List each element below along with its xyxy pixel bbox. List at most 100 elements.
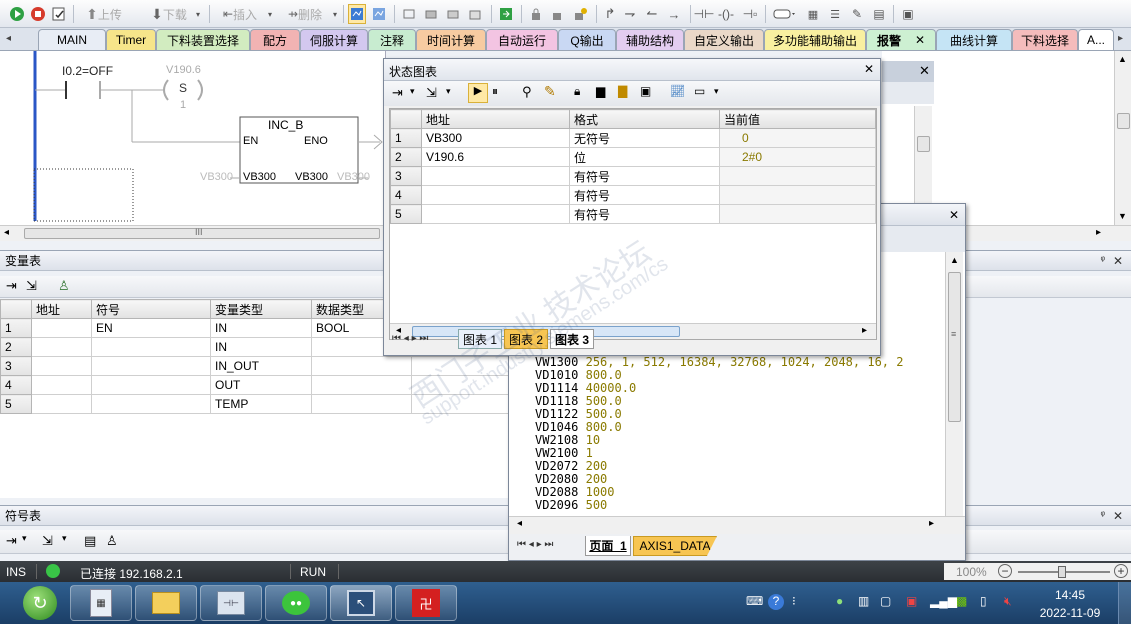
tab-servo-calc[interactable]: 伺服计算 (300, 29, 368, 50)
delete-row-icon[interactable]: ⇲ (426, 85, 437, 101)
unforce-icon[interactable] (571, 4, 589, 24)
tab-feed-select[interactable]: 下料选择 (1012, 29, 1078, 50)
main-vscroll-thumb[interactable] (1117, 113, 1130, 129)
compile-icon[interactable] (50, 4, 68, 24)
tab-feeder-select[interactable]: 下料装置选择 (156, 29, 250, 50)
box-icon[interactable]: ⊣▫ (741, 4, 759, 24)
edit-icon[interactable]: ✎ (848, 4, 866, 24)
scroll-up-icon[interactable]: ▲ (1118, 54, 1127, 64)
scroll-down-icon[interactable]: ▼ (1118, 211, 1127, 221)
dropdown-icon[interactable]: ▾ (22, 533, 27, 544)
tab-recipe[interactable]: 配方 (250, 29, 300, 50)
tab-auto-run[interactable]: 自动运行 (486, 29, 558, 50)
read-forced-icon[interactable]: ▣ (640, 84, 651, 98)
tab-page-1[interactable]: 页面_1 (585, 536, 631, 556)
pencil-icon[interactable]: ✎ (544, 83, 556, 100)
taskbar-red-app[interactable]: 卍 (395, 585, 457, 621)
dropdown-icon[interactable]: ▾ (62, 533, 67, 544)
monitor-table-icon[interactable] (370, 4, 388, 24)
zoom-control[interactable]: 100% − + (944, 563, 1131, 580)
chart-monitor-icon[interactable]: ▶ (468, 83, 488, 103)
scroll-up-icon[interactable]: ▲ (950, 255, 959, 265)
tab-curve-calc[interactable]: 曲线计算 (936, 29, 1012, 50)
close-icon[interactable]: ✕ (949, 208, 959, 222)
tab-scroll-left-icon[interactable]: ◂ (6, 33, 11, 44)
tab-q-output[interactable]: Q输出 (558, 29, 616, 50)
comment-icon[interactable]: ▭ (694, 84, 705, 98)
data-block-vscroll-thumb[interactable]: ≡ (948, 272, 961, 422)
branch-left-icon[interactable]: ↼ (644, 4, 660, 24)
trend-icon[interactable]: 📈︎ (670, 84, 685, 98)
ladder-hscroll[interactable]: ◂ III (0, 225, 386, 241)
pin-icon[interactable]: ᵠ (1101, 255, 1105, 266)
list-icon[interactable]: ☰ (826, 4, 844, 24)
delete-row-icon[interactable]: ⇲ (26, 278, 37, 294)
table-row[interactable]: 4 OUT (0, 375, 520, 395)
data-block-vscroll[interactable]: ▲ ≡ (945, 252, 963, 516)
background-close-icon[interactable]: ✕ (919, 63, 930, 79)
table-row[interactable]: 1 VB300 无符号 0 (390, 128, 876, 148)
tray-settings-icon[interactable]: ⁝ (792, 594, 796, 608)
scroll-right-icon[interactable]: ▸ (929, 518, 934, 529)
column-current-value[interactable]: 当前值 (719, 109, 876, 129)
tab-chart-2[interactable]: 图表 2 (504, 329, 548, 349)
note-icon[interactable]: ▤ (870, 4, 888, 24)
clock-date[interactable]: 2022-11-09 (1034, 606, 1106, 620)
taskbar-remote[interactable]: ↖ (330, 585, 392, 621)
table-row[interactable]: 4 有符号 (390, 185, 876, 205)
status-chart-window[interactable]: 状态图表 ✕ ⇥ ▾ ⇲ ▾ ▶ ⏸ ⚲ ✎ 🔒︎ ▆ ▇ ▣ 📈︎ ▭ ▾ 地… (383, 58, 881, 356)
tray-device-icon[interactable]: ▯ (980, 594, 987, 608)
status-chart-titlebar[interactable]: 状态图表 ✕ (384, 59, 880, 81)
column-address[interactable]: 地址 (421, 109, 570, 129)
tray-app-icon[interactable]: ● (836, 594, 843, 608)
coil-icon[interactable]: -()- (717, 4, 735, 24)
tray-gpu-icon[interactable]: ▩ (956, 594, 967, 608)
table-row[interactable]: 3 IN_OUT (0, 356, 520, 376)
signal-icon[interactable]: ▂▄▆ (930, 594, 957, 608)
tab-close-icon[interactable]: ✕ (915, 33, 925, 47)
insert-row-icon[interactable]: ⇥ (392, 85, 403, 101)
zoom-in-icon[interactable]: + (1114, 564, 1128, 578)
variable-tool-icon[interactable]: ♙ (58, 278, 70, 294)
download-dropdown-icon[interactable]: ▾ (193, 4, 203, 24)
stop-monitor-icon[interactable] (400, 4, 418, 24)
symbol-tool-icon[interactable]: ♙ (106, 533, 118, 549)
tab-alarm[interactable]: 报警 ✕ (866, 29, 936, 50)
dropdown-icon[interactable]: ▾ (410, 86, 415, 97)
insert-row-icon[interactable]: ⇥ (6, 533, 17, 549)
insert-button[interactable]: ⇤ 插入 (215, 4, 265, 24)
volume-muted-icon[interactable]: 🔇︎ (1004, 594, 1012, 609)
lock-icon[interactable] (527, 4, 545, 24)
tab-custom-output[interactable]: 自定义输出 (684, 29, 764, 50)
taskbar-explorer[interactable] (135, 585, 197, 621)
upload-button[interactable]: ⬆ 上传 (80, 4, 128, 24)
main-vscroll[interactable]: ▲ ▼ (1114, 51, 1131, 227)
data-line[interactable]: VD2096 500 (535, 499, 903, 512)
column-symbol[interactable]: 符号 (91, 299, 211, 319)
zoom-out-icon[interactable]: − (998, 564, 1012, 578)
force-icon[interactable]: ▆ (596, 84, 605, 98)
scroll-left-icon[interactable]: ◂ (4, 227, 9, 238)
show-desktop-button[interactable] (1118, 582, 1131, 624)
contact-no-icon[interactable]: ⊣⊢ (694, 4, 715, 24)
tab-timer[interactable]: Timer (106, 29, 156, 50)
tray-network-icon[interactable]: ▥ (858, 594, 869, 608)
delete-button[interactable]: ⇸ 删除 (280, 4, 330, 24)
keyboard-icon[interactable]: ⌨ (746, 594, 763, 608)
status-chart-grid[interactable]: 地址 格式 当前值 1 VB300 无符号 0 2 V190.6 位 2#0 3 有符号 4有… (389, 108, 877, 340)
tab-main[interactable]: MAIN (38, 29, 106, 50)
close-icon[interactable]: ✕ (1113, 254, 1123, 268)
first-sheet-icon[interactable]: ⏮ ◂ ▸ ⏭ (392, 333, 428, 344)
lock-icon[interactable]: 🔒︎ (574, 84, 580, 99)
scroll-left-icon[interactable]: ◂ (517, 518, 522, 529)
table-row[interactable]: 3 有符号 (390, 166, 876, 186)
delete-row-icon[interactable]: ⇲ (42, 533, 53, 549)
tab-time-calc[interactable]: 时间计算 (416, 29, 486, 50)
unforce-icon[interactable]: ▇ (618, 84, 627, 98)
tab-chart-1[interactable]: 图表 1 (458, 329, 502, 349)
close-icon[interactable]: ✕ (864, 62, 874, 76)
tray-monitor-icon[interactable]: ▢ (880, 594, 891, 608)
chart-read-icon[interactable]: ⚲ (522, 84, 532, 100)
start-button[interactable]: ↻ (12, 584, 68, 622)
pin-icon[interactable]: ᵠ (1101, 510, 1105, 521)
